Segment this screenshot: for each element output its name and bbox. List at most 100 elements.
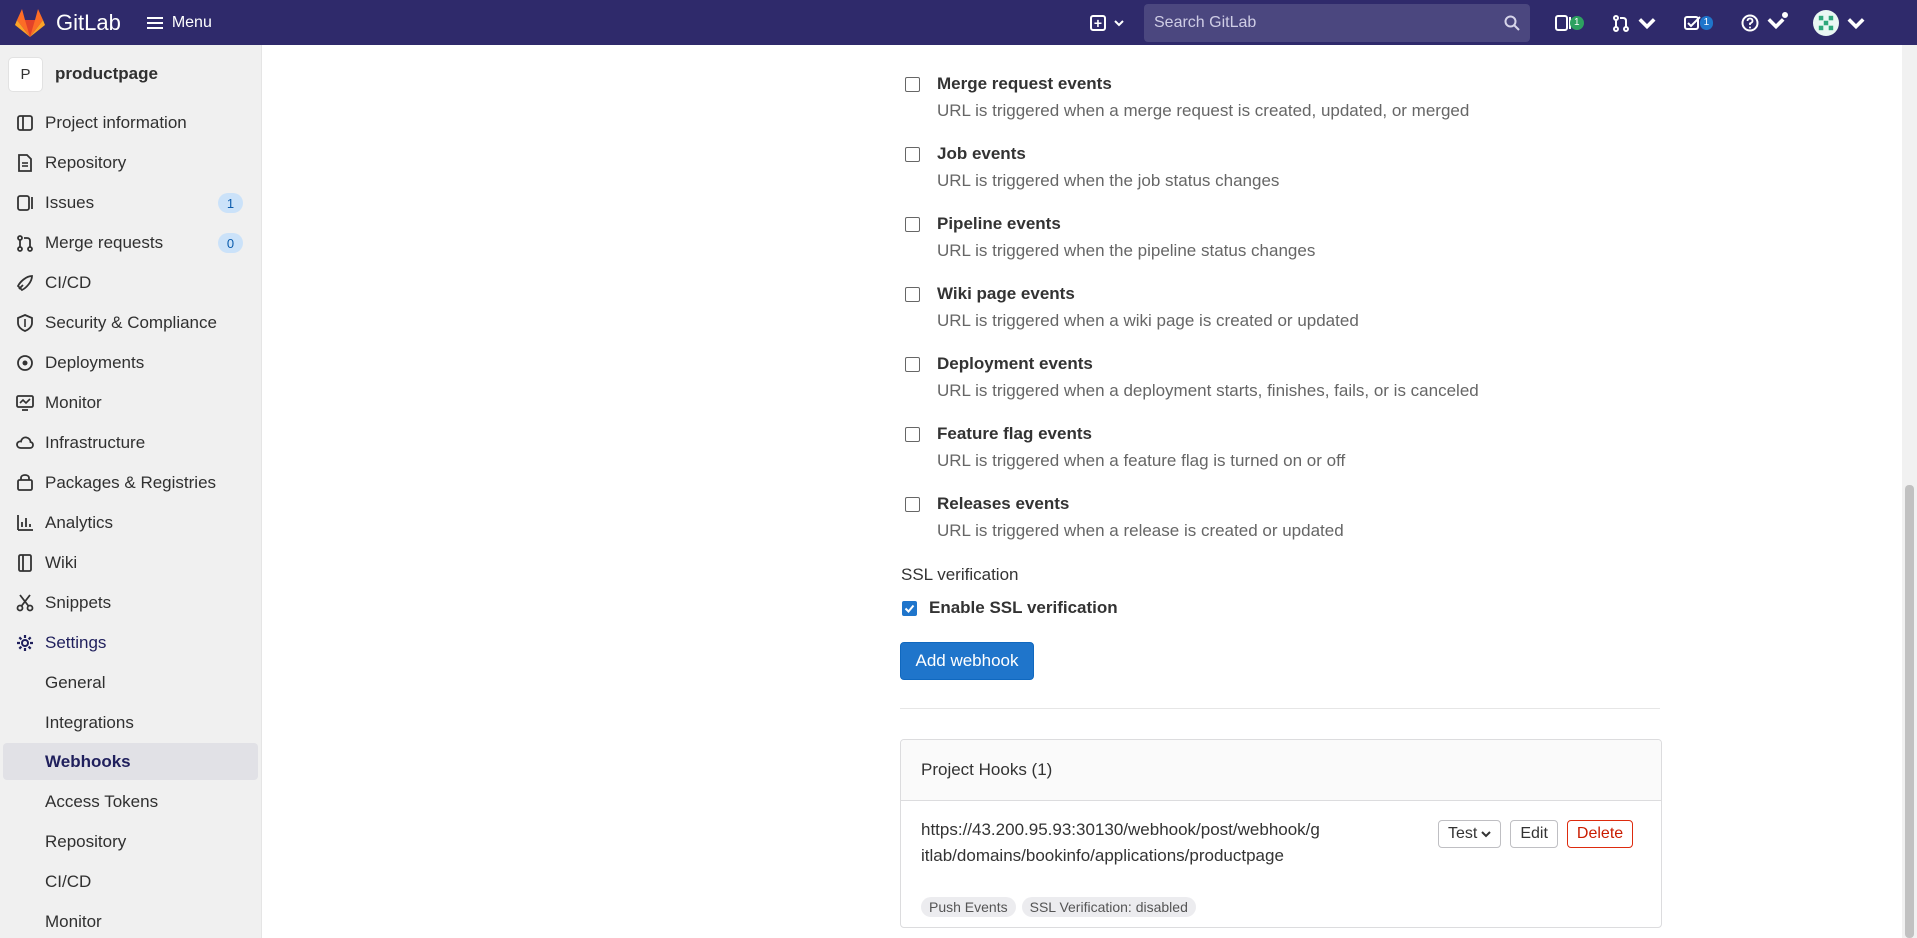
- sidebar-item-packages-registries[interactable]: Packages & Registries: [0, 464, 262, 502]
- sidebar-item-wiki[interactable]: Wiki: [0, 544, 262, 582]
- issues-icon: [15, 193, 35, 213]
- menu-button[interactable]: Menu: [146, 13, 212, 32]
- scrollbar-thumb[interactable]: [1905, 485, 1914, 938]
- webhook-badges: Push Events SSL Verification: disabled: [921, 897, 1196, 917]
- issues-count-badge: 1: [1570, 15, 1584, 30]
- hamburger-icon: [146, 14, 163, 32]
- sidebar-item-label: CI/CD: [45, 273, 92, 292]
- merge-request-icon: [15, 233, 35, 253]
- main-content: Merge request events URL is triggered wh…: [262, 45, 1902, 938]
- new-dropdown[interactable]: +: [1090, 14, 1124, 31]
- checkmark-icon: [904, 604, 915, 613]
- job-events-checkbox[interactable]: [905, 146, 920, 162]
- merge-requests-nav[interactable]: [1612, 14, 1656, 32]
- event-title: Pipeline events: [937, 214, 1061, 233]
- settings-sub-access-tokens[interactable]: Access Tokens: [3, 783, 258, 820]
- chevron-down-icon: [1481, 831, 1492, 838]
- delete-button[interactable]: Delete: [1566, 820, 1634, 848]
- job-events-option: Job events URL is triggered when the job…: [905, 144, 1279, 191]
- feature-flag-events-checkbox[interactable]: [905, 426, 920, 442]
- event-description: URL is triggered when the pipeline statu…: [937, 241, 1316, 260]
- cloud-icon: [15, 433, 35, 453]
- event-title: Merge request events: [937, 74, 1112, 93]
- pipeline-events-checkbox[interactable]: [905, 216, 920, 232]
- releases-events-checkbox[interactable]: [905, 496, 920, 512]
- chevron-down-icon: [1638, 17, 1656, 29]
- gear-icon: [15, 633, 35, 653]
- sidebar: P productpage Project information Reposi…: [0, 45, 262, 938]
- sidebar-item-ci-cd[interactable]: CI/CD: [0, 264, 262, 302]
- gitlab-logo[interactable]: GitLab: [14, 8, 121, 38]
- sidebar-item-label: Analytics: [45, 513, 114, 532]
- project-header[interactable]: P productpage: [0, 45, 261, 103]
- page-scrollbar[interactable]: [1902, 45, 1917, 938]
- sidebar-item-infrastructure[interactable]: Infrastructure: [0, 424, 262, 462]
- event-title: Wiki page events: [937, 284, 1075, 303]
- issues-count-badge: 1: [218, 193, 243, 213]
- settings-sub-ci-cd[interactable]: CI/CD: [3, 863, 258, 900]
- webhook-actions: Test Edit Delete: [1438, 820, 1634, 848]
- feature-flag-events-option: Feature flag events URL is triggered whe…: [905, 424, 1345, 471]
- event-description: URL is triggered when a release is creat…: [937, 521, 1344, 540]
- doc-icon: [15, 153, 35, 173]
- help-nav[interactable]: [1741, 10, 1790, 32]
- ssl-verification-checkbox[interactable]: [902, 600, 917, 616]
- event-description: URL is triggered when a wiki page is cre…: [937, 311, 1359, 330]
- help-question-icon: [1741, 14, 1759, 31]
- project-icon: [15, 113, 35, 133]
- package-icon: [15, 473, 35, 493]
- gitlab-tanuki-icon: [15, 8, 45, 37]
- wiki-page-events-checkbox[interactable]: [905, 286, 920, 302]
- settings-sub-monitor[interactable]: Monitor: [3, 903, 258, 938]
- sidebar-item-deployments[interactable]: Deployments: [0, 344, 262, 382]
- project-name: productpage: [55, 64, 158, 83]
- search-placeholder: Search GitLab: [1154, 13, 1257, 31]
- sidebar-item-monitor[interactable]: Monitor: [0, 384, 262, 422]
- settings-sub-repository[interactable]: Repository: [3, 823, 258, 860]
- ssl-verification-option: Enable SSL verification: [902, 598, 1118, 618]
- brand-name: GitLab: [56, 9, 121, 35]
- merge-request-events-checkbox[interactable]: [905, 76, 920, 92]
- sidebar-item-analytics[interactable]: Analytics: [0, 504, 262, 542]
- event-title: Deployment events: [937, 354, 1093, 373]
- event-title: Feature flag events: [937, 424, 1092, 443]
- todos-nav[interactable]: 1: [1683, 14, 1714, 32]
- search-input[interactable]: Search GitLab: [1144, 3, 1530, 42]
- edit-button[interactable]: Edit: [1510, 820, 1558, 848]
- scissors-icon: [15, 593, 35, 613]
- project-avatar: P: [8, 56, 43, 92]
- settings-sub-webhooks[interactable]: Webhooks: [3, 743, 258, 780]
- sidebar-item-label: Infrastructure: [45, 433, 146, 452]
- project-hooks-card: Project Hooks (1) https://43.200.95.93:3…: [900, 739, 1662, 928]
- sidebar-item-settings[interactable]: Settings: [0, 624, 262, 662]
- sidebar-item-merge-requests[interactable]: Merge requests 0: [0, 224, 262, 262]
- sidebar-item-label: Merge requests: [45, 233, 164, 252]
- notification-dot: [1781, 10, 1790, 19]
- releases-events-option: Releases events URL is triggered when a …: [905, 494, 1344, 541]
- plus-square-icon: +: [1090, 14, 1106, 31]
- sidebar-item-issues[interactable]: Issues 1: [0, 184, 262, 222]
- event-description: URL is triggered when a deployment start…: [937, 381, 1479, 400]
- ssl-checkbox-label: Enable SSL verification: [929, 598, 1118, 617]
- divider: [900, 708, 1660, 709]
- test-dropdown-button[interactable]: Test: [1438, 820, 1502, 848]
- sidebar-item-label: Packages & Registries: [45, 473, 217, 492]
- sidebar-item-security-compliance[interactable]: Security & Compliance: [0, 304, 262, 342]
- sidebar-item-project-information[interactable]: Project information: [0, 104, 262, 142]
- issues-nav[interactable]: 1: [1554, 14, 1584, 32]
- user-menu[interactable]: [1813, 9, 1865, 36]
- chart-icon: [15, 513, 35, 533]
- sidebar-item-repository[interactable]: Repository: [0, 144, 262, 182]
- event-description: URL is triggered when a merge request is…: [937, 101, 1470, 120]
- settings-sub-integrations[interactable]: Integrations: [3, 704, 258, 741]
- deployment-events-checkbox[interactable]: [905, 356, 920, 372]
- merge-request-icon: [1612, 14, 1629, 32]
- menu-label: Menu: [171, 13, 212, 31]
- add-webhook-button[interactable]: Add webhook: [900, 642, 1034, 680]
- shield-icon: [15, 313, 35, 333]
- test-label: Test: [1448, 825, 1478, 842]
- sidebar-item-snippets[interactable]: Snippets: [0, 584, 262, 622]
- ssl-section-label: SSL verification: [901, 565, 1019, 584]
- ssl-verification-badge: SSL Verification: disabled: [1021, 897, 1196, 917]
- settings-sub-general[interactable]: General: [3, 664, 258, 701]
